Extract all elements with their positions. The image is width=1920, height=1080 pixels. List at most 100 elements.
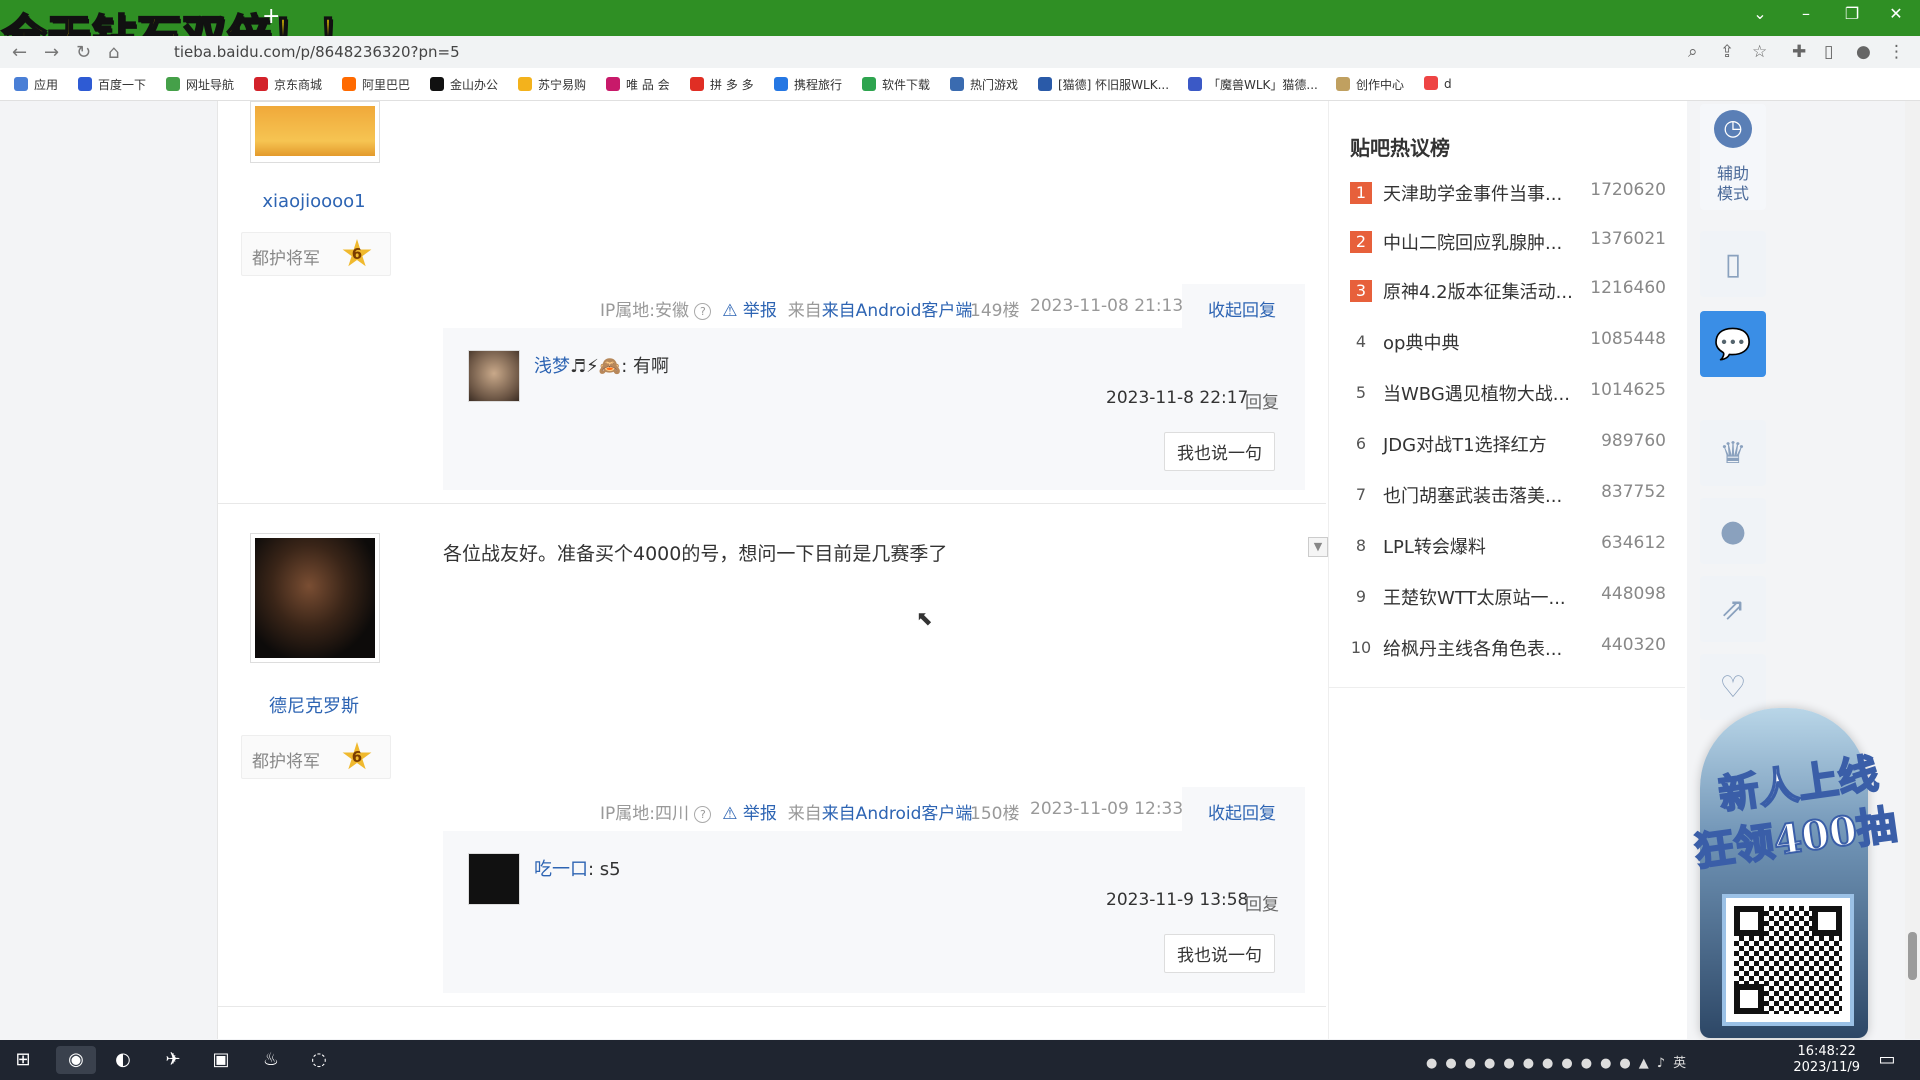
chat-icon: 💬 — [1714, 327, 1752, 362]
alibaba-icon — [342, 77, 356, 91]
back-icon[interactable]: ← — [12, 42, 27, 63]
hot-list-item[interactable]: 4 op典中典 1085448 — [1350, 329, 1666, 359]
hot-list-item[interactable]: 3 原神4.2版本征集活动... 1216460 — [1350, 278, 1666, 308]
report-link[interactable]: ⚠ 举报 — [722, 301, 777, 321]
system-tray-icons[interactable]: ●●●●●●●●●●●▲♪英 — [1426, 1052, 1694, 1071]
reply-link[interactable]: 回复 — [1245, 388, 1279, 413]
share-arrow-icon: ⇗ — [1720, 592, 1746, 627]
steam-icon[interactable]: ♨ — [256, 1046, 286, 1074]
chrome-icon[interactable]: ◉ — [56, 1046, 96, 1074]
favorite-button[interactable]: ♡ — [1700, 654, 1766, 720]
bookmark-nav[interactable]: 网址导航 — [166, 76, 234, 93]
say-something-button[interactable]: 我也说一句 — [1164, 934, 1275, 973]
feedback-button[interactable]: 💬 — [1700, 311, 1766, 377]
reply-avatar[interactable] — [468, 350, 520, 402]
hot-list-item[interactable]: 1 天津助学金事件当事... 1720620 — [1350, 180, 1666, 210]
suning-icon — [518, 77, 532, 91]
share-button[interactable]: ⇗ — [1700, 576, 1766, 642]
home-icon[interactable]: ⌂ — [108, 42, 119, 63]
taskbar-clock[interactable]: 16:48:22 2023/11/9 — [1793, 1044, 1860, 1076]
collapse-replies-link[interactable]: 收起回复 — [1208, 296, 1276, 321]
post-content: 各位战友好。准备买个4000的号，想问一下目前是几赛季了 — [443, 543, 948, 565]
bookmark-wps[interactable]: 金山办公 — [430, 76, 498, 93]
zoom-icon[interactable]: ⌕ — [1688, 42, 1698, 62]
star-icon[interactable]: ☆ — [1752, 42, 1767, 62]
bookmark-jd[interactable]: 京东商城 — [254, 76, 322, 93]
scrollbar-thumb[interactable] — [1908, 932, 1917, 980]
member-badge[interactable]: 都护将军 6 — [241, 735, 391, 779]
chevron-down-icon[interactable]: ⌄ — [1740, 4, 1780, 23]
close-window-button[interactable]: ✕ — [1876, 4, 1916, 23]
clock-icon: ◷ — [1714, 110, 1752, 148]
url-field[interactable]: tieba.baidu.com/p/8648236320?pn=5 — [174, 43, 460, 61]
reload-icon[interactable]: ↻ — [76, 42, 91, 63]
bookmark-games[interactable]: 热门游戏 — [950, 76, 1018, 93]
bookmark-wlk1[interactable]: [猫德] 怀旧服WLK... — [1038, 76, 1169, 93]
app-circle-icon[interactable]: ◌ — [304, 1046, 334, 1074]
level-star-icon: 6 — [342, 742, 372, 770]
help-icon[interactable]: ? — [694, 806, 712, 823]
clock-time: 16:48:22 — [1797, 1044, 1856, 1059]
phone-download-icon: ▯ — [1724, 247, 1742, 282]
collapse-replies-link[interactable]: 收起回复 — [1208, 799, 1276, 824]
bookmark-pinduoduo[interactable]: 拼 多 多 — [690, 76, 754, 93]
bookmark-d[interactable]: d — [1424, 76, 1452, 91]
avatar[interactable] — [250, 101, 380, 163]
restore-button[interactable]: ❐ — [1832, 4, 1872, 23]
extensions-icon[interactable]: ✚ — [1792, 42, 1806, 62]
sidepanel-icon[interactable]: ▯ — [1824, 42, 1833, 62]
bookmark-software[interactable]: 软件下载 — [862, 76, 930, 93]
download-icon — [862, 77, 876, 91]
bear-icon: ● — [1719, 514, 1747, 549]
profile-icon[interactable]: ● — [1856, 42, 1871, 62]
bookmark-wlk2[interactable]: 「魔兽WLK」猫德... — [1188, 76, 1318, 93]
floor-number: 150楼 — [970, 804, 1020, 824]
pinduoduo-icon — [690, 77, 704, 91]
games-icon — [950, 77, 964, 91]
reply-username[interactable]: 吃一口 — [534, 859, 588, 880]
reply-link[interactable]: 回复 — [1245, 890, 1279, 915]
qr-code[interactable] — [1722, 894, 1854, 1026]
username[interactable]: xiaojioooo1 — [234, 191, 394, 212]
mascot-button[interactable]: ♛ — [1700, 420, 1766, 486]
member-badge[interactable]: 都护将军 6 — [241, 232, 391, 276]
bookmark-creator[interactable]: 创作中心 — [1336, 76, 1404, 93]
avatar-image — [255, 106, 375, 156]
hot-list-item[interactable]: 6 JDG对战T1选择红方 989760 — [1350, 431, 1666, 461]
app-bird-icon[interactable]: ✈ — [158, 1046, 188, 1074]
new-tab-button[interactable]: + — [262, 4, 280, 29]
bookmark-alibaba[interactable]: 阿里巴巴 — [342, 76, 410, 93]
hot-list-item[interactable]: 8 LPL转会爆料 634612 — [1350, 533, 1666, 563]
hot-list-item[interactable]: 2 中山二院回应乳腺肿... 1376021 — [1350, 229, 1666, 259]
windows-start-icon[interactable]: ⊞ — [8, 1046, 38, 1074]
download-app-button[interactable]: ▯ — [1700, 231, 1766, 297]
hot-list-item[interactable]: 9 王楚钦WTT太原站一... 448098 — [1350, 584, 1666, 614]
reply-username[interactable]: 浅梦 — [534, 356, 570, 377]
say-something-button[interactable]: 我也说一句 — [1164, 432, 1275, 471]
edge-icon[interactable]: ◐ — [108, 1046, 138, 1074]
bookmark-vip[interactable]: 唯 品 会 — [606, 76, 670, 93]
help-icon[interactable]: ? — [694, 303, 712, 320]
bookmark-ctrip[interactable]: 携程旅行 — [774, 76, 842, 93]
game-app-icon[interactable]: ▣ — [206, 1046, 236, 1074]
reply-text: : s5 — [588, 859, 621, 880]
scrollbar[interactable] — [1905, 101, 1920, 1039]
avatar[interactable] — [250, 533, 380, 663]
menu-icon[interactable]: ⋮ — [1888, 42, 1905, 62]
bookmark-suning[interactable]: 苏宁易购 — [518, 76, 586, 93]
assist-mode-button[interactable]: ◷ 辅助 模式 — [1700, 104, 1766, 210]
bear-button[interactable]: ● — [1700, 498, 1766, 564]
bookmark-apps[interactable]: 应用 — [14, 76, 58, 93]
reply-avatar[interactable] — [468, 853, 520, 905]
forward-icon[interactable]: → — [44, 42, 59, 63]
minimize-button[interactable]: – — [1786, 4, 1826, 23]
share-icon[interactable]: ⇪ — [1720, 42, 1734, 62]
hot-list-item[interactable]: 7 也门胡塞武装击落美... 837752 — [1350, 482, 1666, 512]
hot-list-item[interactable]: 5 当WBG遇见植物大战... 1014625 — [1350, 380, 1666, 410]
username[interactable]: 德尼克罗斯 — [234, 692, 394, 718]
notifications-icon[interactable]: ▭ — [1872, 1046, 1902, 1074]
hot-list-item[interactable]: 10 给枫丹主线各角色表... 440320 — [1350, 635, 1666, 665]
bookmark-baidu[interactable]: 百度一下 — [78, 76, 146, 93]
post-dropdown-icon[interactable]: ▼ — [1308, 537, 1328, 557]
report-link[interactable]: ⚠ 举报 — [722, 804, 777, 824]
